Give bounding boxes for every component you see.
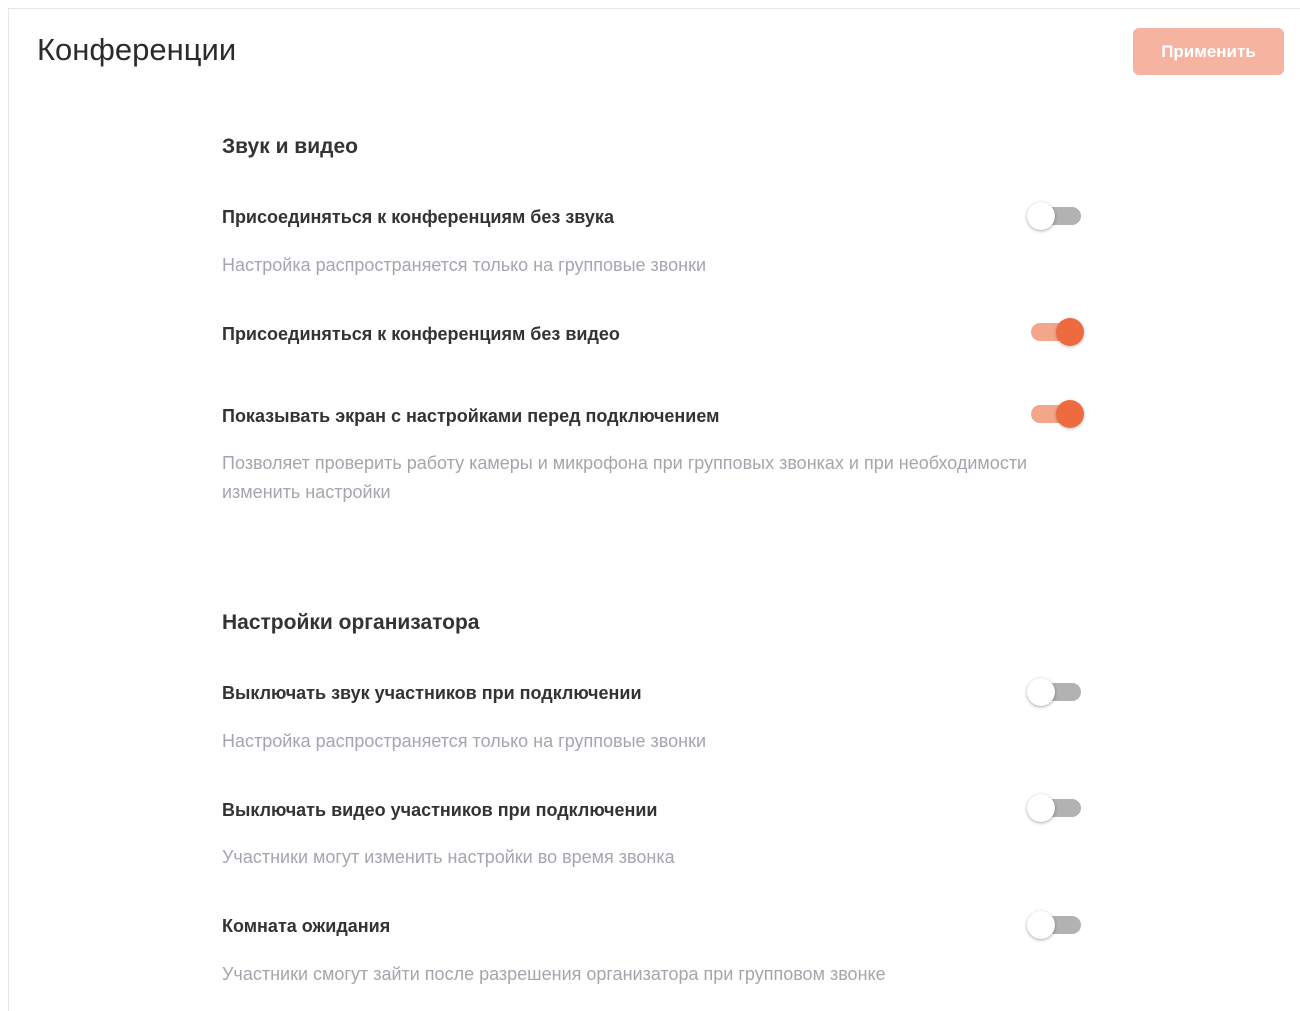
setting-label-mute-participants: Выключать звук участников при подключени… [222, 683, 642, 703]
setting-desc-disable-participants-video: Участники могут изменить настройки во вр… [222, 847, 675, 867]
apply-button[interactable]: Применить [1133, 28, 1284, 75]
setting-label-join-muted: Присоединяться к конференциям без звука [222, 207, 614, 227]
toggle-join-no-video[interactable] [1027, 316, 1087, 348]
toggle-join-muted[interactable] [1027, 200, 1087, 232]
toggle-show-preview[interactable] [1027, 398, 1087, 430]
toggle-disable-participants-video[interactable] [1027, 792, 1087, 824]
setting-label-waiting-room: Комната ожидания [222, 916, 391, 936]
toggle-knob [1056, 318, 1084, 346]
toggle-knob [1027, 678, 1055, 706]
setting-desc-waiting-room: Участники смогут зайти после разрешения … [222, 964, 886, 984]
section-title-organizer: Настройки организатора [222, 611, 480, 634]
setting-desc-join-muted: Настройка распространяется только на гру… [222, 255, 707, 275]
setting-desc-mute-participants: Настройка распространяется только на гру… [222, 731, 707, 751]
toggle-knob [1056, 400, 1084, 428]
page-title: Конференции [37, 32, 237, 67]
toggle-waiting-room[interactable] [1027, 909, 1087, 941]
setting-desc-show-preview: Позволяет проверить работу камеры и микр… [222, 453, 1028, 502]
setting-label-join-no-video: Присоединяться к конференциям без видео [222, 324, 620, 344]
setting-label-disable-participants-video: Выключать видео участников при подключен… [222, 800, 658, 820]
toggle-knob [1027, 202, 1055, 230]
section-title-audio-video: Звук и видео [222, 135, 358, 158]
setting-label-show-preview: Показывать экран с настройками перед под… [222, 406, 720, 426]
toggle-mute-participants[interactable] [1027, 676, 1087, 708]
toggle-knob [1027, 794, 1055, 822]
toggle-knob [1027, 911, 1055, 939]
